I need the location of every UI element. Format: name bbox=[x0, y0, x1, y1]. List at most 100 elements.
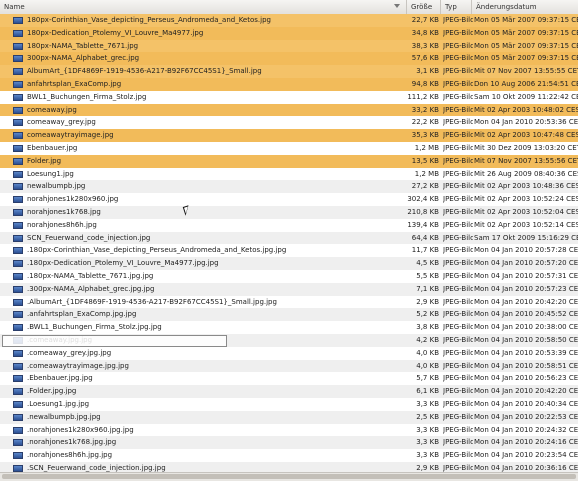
file-size: 11,7 KB bbox=[411, 246, 439, 255]
file-type: JPEG-Bild bbox=[443, 195, 473, 204]
file-row[interactable]: .norahjones1k768.jpg.jpg 3,3 KB JPEG-Bild M… bbox=[0, 436, 578, 450]
file-date: Mon 04 Jan 2010 20:57:23 CET bbox=[474, 284, 578, 293]
file-row[interactable]: .180px-Corinthian_Vase_depicting_Perseus… bbox=[0, 244, 578, 257]
file-row[interactable]: .Folder.jpg.jpg 6,1 KB JPEG-Bild Mon 04 Jan… bbox=[0, 385, 578, 398]
file-row[interactable]: .180px-NAMA_Tablette_7671.jpg.jpg 5,5 KB J… bbox=[0, 270, 578, 283]
file-name: AlbumArt_{1DF4869F-1919-4536-A217-B92F67… bbox=[27, 67, 262, 76]
file-row[interactable]: BWL1_Buchungen_Firma_Stolz.jpg 111,2 KB JP… bbox=[0, 91, 578, 104]
file-name: SCN_Feuerwand_code_injection.jpg bbox=[27, 233, 151, 242]
column-header-size[interactable]: Größe bbox=[407, 0, 441, 14]
file-type: JPEG-Bild bbox=[443, 348, 473, 357]
file-name: anfahrtsplan_ExaComp.jpg bbox=[27, 79, 122, 88]
file-type: JPEG-Bild bbox=[443, 54, 473, 63]
file-size: 4,0 KB bbox=[416, 361, 439, 370]
image-file-icon bbox=[13, 413, 23, 421]
file-name: .norahjones1k280x960.jpg.jpg bbox=[27, 425, 134, 434]
file-name: .Folder.jpg.jpg bbox=[27, 387, 77, 396]
file-size: 2,9 KB bbox=[416, 297, 439, 306]
file-name: Folder.jpg bbox=[27, 156, 62, 165]
image-file-icon bbox=[13, 452, 23, 460]
column-header-bar: Name Größe Typ Änderungsdatum bbox=[0, 0, 578, 15]
file-size: 4,5 KB bbox=[416, 259, 439, 268]
file-row[interactable]: .comeawaytrayimage.jpg.jpg 4,0 KB JPEG-Bil… bbox=[0, 359, 578, 373]
file-type: JPEG-Bild bbox=[443, 67, 473, 76]
image-file-icon bbox=[13, 55, 23, 63]
file-row[interactable]: .Ebenbauer.jpg.jpg 5,7 KB JPEG-Bild Mon 04 … bbox=[0, 372, 578, 385]
file-size: 33,2 KB bbox=[411, 105, 439, 114]
file-row[interactable]: .anfahrtsplan_ExaComp.jpg.jpg 5,2 KB JPEG-… bbox=[0, 308, 578, 322]
file-name: comeaway_grey.jpg bbox=[27, 118, 96, 127]
file-row[interactable]: Folder.jpg 13,5 KB JPEG-Bild Mit 07 Nov 200… bbox=[0, 154, 578, 168]
file-date: Mon 04 Jan 2010 20:38:00 CET bbox=[474, 323, 578, 332]
file-size: 3,1 KB bbox=[416, 67, 439, 76]
file-date: Mon 04 Jan 2010 20:53:36 CET bbox=[474, 118, 578, 127]
column-header-date[interactable]: Änderungsdatum bbox=[472, 0, 578, 14]
file-row[interactable]: newalbumpb.jpg 27,2 KB JPEG-Bild Mit 02 Apr… bbox=[0, 180, 578, 194]
file-type: JPEG-Bild bbox=[443, 374, 473, 383]
file-row[interactable]: 180px-Corinthian_Vase_depicting_Perseus_… bbox=[0, 14, 578, 27]
file-row[interactable]: 180px-NAMA_Tablette_7671.jpg 38,3 KB JPEG-… bbox=[0, 39, 578, 53]
file-date: Mit 02 Apr 2003 10:52:24 CEST bbox=[474, 195, 578, 204]
file-size: 22,2 KB bbox=[411, 118, 439, 127]
file-row[interactable]: comeaway_grey.jpg 22,2 KB JPEG-Bild Mon 04 … bbox=[0, 116, 578, 129]
file-name: .180px-Dedication_Ptolemy_VI_Louvre_Ma49… bbox=[27, 259, 219, 268]
column-header-type[interactable]: Typ bbox=[441, 0, 472, 14]
image-file-icon bbox=[13, 464, 23, 472]
file-row[interactable]: comeaway.jpg 33,2 KB JPEG-Bild Mit 02 Apr 2… bbox=[0, 103, 578, 117]
file-row[interactable]: Loesung1.jpg 1,2 MB JPEG-Bild Mit 26 Aug 20… bbox=[0, 168, 578, 181]
file-row[interactable]: norahjones8h6h.jpg 139,4 KB JPEG-Bild Mit 0… bbox=[0, 219, 578, 232]
image-file-icon bbox=[13, 272, 23, 280]
file-row[interactable]: norahjones1k768.jpg 210,8 KB JPEG-Bild Mit … bbox=[0, 205, 578, 219]
file-type: JPEG-Bild bbox=[443, 284, 473, 293]
file-size: 5,5 KB bbox=[416, 271, 439, 280]
file-name: .180px-Corinthian_Vase_depicting_Perseus… bbox=[27, 246, 287, 255]
file-size: 6,1 KB bbox=[416, 387, 439, 396]
file-type: JPEG-Bild bbox=[443, 438, 473, 447]
image-file-icon bbox=[13, 196, 23, 204]
file-row[interactable]: SCN_Feuerwand_code_injection.jpg 64,4 KB J… bbox=[0, 231, 578, 245]
file-row[interactable]: .AlbumArt_{1DF4869F-1919-4536-A217-B92F6… bbox=[0, 296, 578, 309]
image-file-icon bbox=[13, 426, 23, 434]
image-file-icon bbox=[13, 362, 23, 370]
file-row[interactable]: .newalbumpb.jpg.jpg 2,5 KB JPEG-Bild Mon 04… bbox=[0, 410, 578, 424]
image-file-icon bbox=[13, 208, 23, 216]
image-file-icon bbox=[13, 311, 23, 319]
file-name: comeaway.jpg bbox=[27, 105, 77, 114]
file-size: 5,2 KB bbox=[416, 310, 439, 319]
file-row[interactable]: norahjones1k280x960.jpg 302,4 KB JPEG-Bild… bbox=[0, 193, 578, 206]
image-file-icon bbox=[13, 400, 23, 408]
file-row[interactable]: .norahjones1k280x960.jpg.jpg 3,3 KB JPEG-B… bbox=[0, 424, 578, 437]
file-type: JPEG-Bild bbox=[443, 233, 473, 242]
file-row[interactable]: .300px-NAMA_Alphabet_grec.jpg.jpg 7,1 KB J… bbox=[0, 282, 578, 296]
file-type: JPEG-Bild bbox=[443, 105, 473, 114]
file-row[interactable]: anfahrtsplan_ExaComp.jpg 94,8 KB JPEG-Bild… bbox=[0, 77, 578, 91]
file-row[interactable]: Ebenbauer.jpg 1,2 MB JPEG-Bild Mit 30 Dez 2… bbox=[0, 142, 578, 155]
file-row[interactable]: .Loesung1.jpg.jpg 3,3 KB JPEG-Bild Mon 04 J… bbox=[0, 398, 578, 411]
file-date: Mit 26 Aug 2009 08:40:36 CEST bbox=[474, 169, 578, 178]
file-size: 34,8 KB bbox=[411, 28, 439, 37]
file-row[interactable]: .180px-Dedication_Ptolemy_VI_Louvre_Ma49… bbox=[0, 257, 578, 270]
file-row[interactable]: .norahjones8h6h.jpg.jpg 3,3 KB JPEG-Bild Mo… bbox=[0, 449, 578, 462]
file-date: Sam 17 Okt 2009 15:16:29 CEST bbox=[474, 233, 578, 242]
file-name: .Loesung1.jpg.jpg bbox=[27, 399, 90, 408]
scrollbar-thumb[interactable] bbox=[2, 474, 576, 479]
image-file-icon bbox=[13, 119, 23, 127]
file-size: 22,7 KB bbox=[411, 16, 439, 24]
file-row[interactable]: comeawaytrayimage.jpg 35,3 KB JPEG-Bild Mit… bbox=[0, 129, 578, 142]
file-name: .300px-NAMA_Alphabet_grec.jpg.jpg bbox=[27, 284, 155, 293]
file-row[interactable]: AlbumArt_{1DF4869F-1919-4536-A217-B92F67… bbox=[0, 65, 578, 78]
image-file-icon bbox=[13, 388, 23, 396]
file-row[interactable]: .BWL1_Buchungen_Firma_Stolz.jpg.jpg 3,8 K… bbox=[0, 321, 578, 334]
file-row[interactable]: 180px-Dedication_Ptolemy_VI_Louvre_Ma497… bbox=[0, 26, 578, 40]
file-type: JPEG-Bild bbox=[443, 399, 473, 408]
file-name: norahjones1k280x960.jpg bbox=[27, 195, 119, 204]
file-type: JPEG-Bild bbox=[443, 387, 473, 396]
image-file-icon bbox=[13, 260, 23, 268]
column-header-name[interactable]: Name bbox=[0, 0, 407, 14]
file-date: Mon 05 Mär 2007 09:37:15 CET bbox=[474, 28, 578, 37]
file-date: Mit 07 Nov 2007 13:55:56 CET bbox=[474, 156, 578, 165]
file-row[interactable]: 300px-NAMA_Alphabet_grec.jpg 57,6 KB JPEG-… bbox=[0, 52, 578, 66]
file-row[interactable]: .comeaway_grey.jpg.jpg 4,0 KB JPEG-Bild Mon… bbox=[0, 347, 578, 360]
image-file-icon bbox=[13, 349, 23, 357]
file-name: norahjones1k768.jpg bbox=[27, 207, 101, 216]
